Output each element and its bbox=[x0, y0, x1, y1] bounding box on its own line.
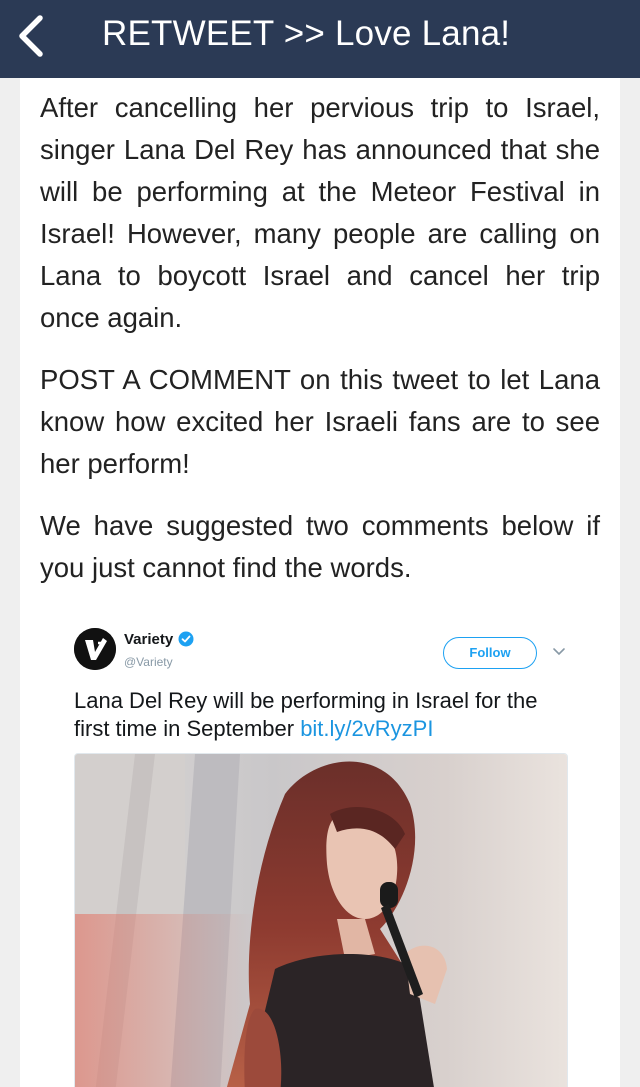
tweet-author-name[interactable]: Variety bbox=[124, 631, 173, 648]
embedded-tweet[interactable]: Variety @Variety Follow Lana Del Rey wil… bbox=[70, 623, 580, 1087]
follow-button[interactable]: Follow bbox=[443, 637, 537, 669]
variety-logo-icon bbox=[74, 628, 116, 670]
header-title: RETWEET >> Love Lana! bbox=[102, 14, 511, 53]
tweet-author-handle[interactable]: @Variety bbox=[124, 655, 173, 669]
app-header: RETWEET >> Love Lana! bbox=[0, 0, 640, 78]
article-content: After cancelling her pervious trip to Is… bbox=[20, 78, 620, 1087]
back-button[interactable] bbox=[14, 12, 50, 60]
tweet-photo[interactable] bbox=[74, 753, 568, 1087]
tweet-link[interactable]: bit.ly/2vRyzPI bbox=[300, 716, 433, 741]
article-paragraph: POST A COMMENT on this tweet to let Lana… bbox=[40, 364, 600, 479]
article-paragraph: We have suggested two comments below if … bbox=[40, 510, 600, 583]
singer-with-microphone-photo bbox=[75, 754, 567, 1087]
verified-badge-icon bbox=[178, 631, 194, 647]
chevron-left-icon bbox=[19, 15, 43, 57]
avatar[interactable] bbox=[74, 628, 116, 670]
tweet-text: Lana Del Rey will be performing in Israe… bbox=[74, 687, 574, 743]
article-paragraph: After cancelling her pervious trip to Is… bbox=[40, 92, 600, 333]
chevron-down-icon[interactable] bbox=[552, 647, 566, 657]
